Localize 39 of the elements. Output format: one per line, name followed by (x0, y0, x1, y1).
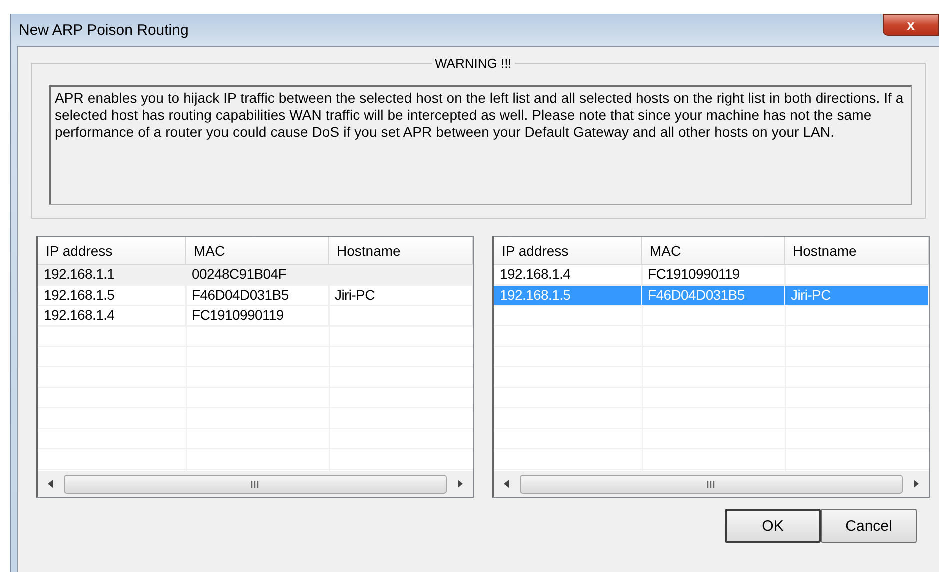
horizontal-scrollbar[interactable] (494, 471, 929, 497)
table-cell: FC1910990119 (648, 266, 740, 282)
table-cell: 192.168.1.1 (44, 266, 115, 282)
table-cell: 192.168.1.5 (44, 286, 115, 302)
scroll-right-icon[interactable] (457, 480, 463, 488)
table-cell: 192.168.1.5 (500, 286, 571, 302)
column-header[interactable]: Hostname (329, 237, 473, 264)
table-cell: 192.168.1.4 (500, 266, 571, 282)
table-row[interactable]: 192.168.1.4 FC1910990119 (38, 306, 473, 326)
column-header[interactable]: Hostname (785, 237, 929, 264)
table-cell: 00248C91B04F (192, 266, 286, 282)
host-list[interactable]: IP address MAC Hostname 192.168.1.1 00248C91B04F 192.168.1.5 F46D04D031B5 Jiri-PC 192.168.1.4 FC1910990119 (36, 236, 474, 498)
column-header[interactable]: IP address (38, 237, 186, 264)
warning-text: APR enables you to hijack IP traffic between the selected host on the left list and all selected hosts on the right list in both directions. If a selected host has routing capabilities WAN traffic will be intercepted as well. Please note that since your machine has not the same performance of a router you could cause DoS if you set APR between your Default Gateway and all other hosts on your LAN. (55, 90, 905, 141)
horizontal-scrollbar[interactable] (38, 471, 473, 497)
table-cell: 192.168.1.4 (44, 307, 115, 323)
column-header[interactable]: MAC (642, 237, 785, 264)
scroll-thumb[interactable] (520, 474, 903, 494)
group-title: WARNING !!! (432, 56, 515, 71)
table-cell: Jiri-PC (791, 286, 831, 302)
window-title: New ARP Poison Routing (18, 22, 189, 38)
scroll-left-icon[interactable] (48, 480, 54, 488)
host-list[interactable]: IP address MAC Hostname 192.168.1.4 FC1910990119 192.168.1.5 F46D04D031B5 Jiri-PC (492, 236, 930, 498)
grip-icon (251, 480, 260, 488)
table-cell: F46D04D031B5 (192, 286, 289, 302)
table-cell: FC1910990119 (192, 307, 284, 323)
dialog-button[interactable]: OK (725, 509, 821, 543)
column-header[interactable]: IP address (494, 237, 642, 264)
table-row[interactable]: 192.168.1.5 F46D04D031B5 Jiri-PC (38, 286, 473, 306)
table-cell: Jiri-PC (335, 286, 375, 302)
table-row[interactable]: 192.168.1.1 00248C91B04F (38, 265, 473, 286)
scroll-right-icon[interactable] (913, 480, 919, 488)
grip-icon (707, 480, 716, 488)
dialog-button[interactable]: Cancel (821, 509, 917, 543)
table-cell: F46D04D031B5 (648, 286, 745, 302)
scroll-left-icon[interactable] (504, 480, 510, 488)
close-button[interactable]: x (883, 14, 939, 36)
column-header[interactable]: MAC (186, 237, 329, 264)
scroll-thumb[interactable] (64, 474, 447, 494)
